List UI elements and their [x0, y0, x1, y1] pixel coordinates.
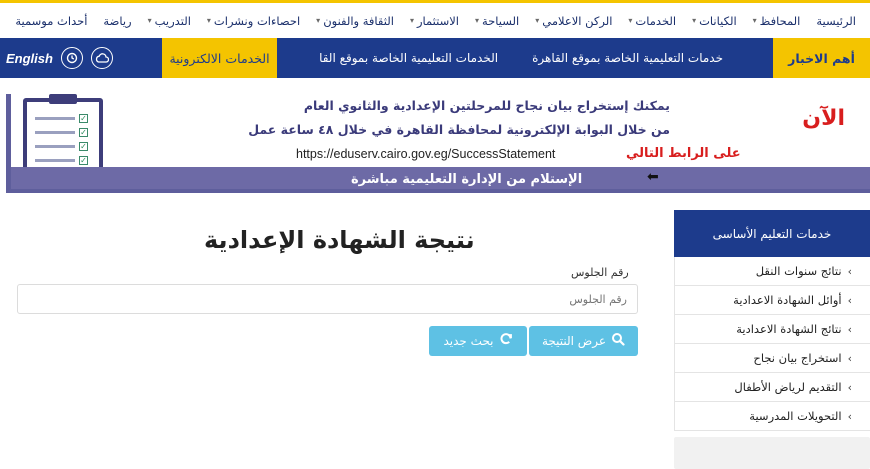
top-navigation: الرئيسية المحافظ ▾ الكيانات ▾ الخدمات ▾ الر…: [0, 0, 870, 38]
nav-label: الرئيسية: [816, 13, 856, 28]
nav-label: الخدمات: [635, 13, 677, 28]
chevron-down-icon: ▾: [535, 16, 540, 25]
banner-url[interactable]: https://eduserv.cairo.gov.eg/SuccessStat…: [296, 147, 555, 161]
banner-line-2: من خلال البوابة الإلكترونية لمحافظة القا…: [248, 122, 670, 137]
nav-label: التدريب: [154, 13, 191, 28]
sidebar-item-transfer-results[interactable]: › نتائج سنوات النقل: [674, 257, 870, 286]
ticker-item[interactable]: خدمات التعليمية الخاصة بموقع القاهرة: [532, 51, 723, 65]
nav-item-seasonal[interactable]: أحداث موسمية: [7, 14, 95, 28]
nav-label: الاستثمار: [416, 13, 459, 28]
nav-item-entities[interactable]: الكيانات ▾: [684, 14, 745, 28]
chevron-left-icon: ›: [847, 293, 852, 307]
nav-item-media[interactable]: الركن الاعلامي ▾: [527, 14, 620, 28]
nav-item-home[interactable]: الرئيسية: [808, 14, 864, 28]
nav-item-training[interactable]: التدريب ▾: [140, 14, 199, 28]
show-result-label: عرض النتيجة: [541, 334, 607, 348]
sidebar-item-label: التحويلات المدرسية: [749, 409, 842, 423]
chevron-left-icon: ›: [847, 409, 852, 423]
chevron-down-icon: ▾: [147, 16, 152, 25]
sidebar-item-prep-results[interactable]: › نتائج الشهادة الاعدادية: [674, 315, 870, 344]
clock-icon[interactable]: [60, 47, 83, 69]
sidebar-item-success-statement[interactable]: › استخراج بيان نجاح: [674, 344, 870, 373]
chevron-left-icon: ›: [847, 322, 852, 336]
sidebar-item-label: نتائج الشهادة الاعدادية: [736, 322, 842, 336]
nav-label: الركن الاعلامي: [542, 13, 613, 28]
chevron-left-icon: ›: [847, 264, 852, 278]
chevron-down-icon: ▾: [475, 16, 480, 25]
banner-now: الآن: [802, 106, 845, 131]
sidebar-item-school-transfers[interactable]: › التحويلات المدرسية: [674, 402, 870, 431]
nav-item-statistics[interactable]: احصاءات ونشرات ▾: [199, 14, 308, 28]
news-bar: أهم الاخبار خدمات التعليمية الخاصة بموقع…: [0, 38, 870, 78]
page-title: نتيجة الشهادة الإعدادية: [204, 226, 475, 254]
nav-item-sports[interactable]: رياضة: [95, 14, 139, 28]
show-result-button[interactable]: عرض النتيجة: [529, 326, 638, 356]
chevron-down-icon: ▾: [316, 16, 321, 25]
language-area: English: [0, 38, 162, 78]
ticker-item[interactable]: الخدمات التعليمية الخاصة بموقع القا: [319, 51, 498, 65]
banner-link-label: على الرابط التالي: [626, 146, 741, 161]
eservices-button[interactable]: الخدمات الالكترونية: [162, 38, 277, 78]
new-search-label: بحث جديد: [443, 334, 494, 348]
sidebar-item-kindergarten[interactable]: › التقديم لرياض الأطفال: [674, 373, 870, 402]
sidebar-title: خدمات التعليم الأساسى: [674, 210, 870, 257]
nav-label: الكيانات: [699, 13, 737, 28]
chevron-down-icon: ▾: [752, 16, 757, 25]
nav-label: الثقافة والفنون: [323, 13, 394, 28]
nav-label: المحافظ: [759, 13, 801, 28]
nav-label: احصاءات ونشرات: [213, 13, 301, 28]
chevron-down-icon: ▾: [692, 16, 697, 25]
sidebar-item-top-students[interactable]: › أوائل الشهادة الاعدادية: [674, 286, 870, 315]
cloud-icon[interactable]: [90, 47, 113, 69]
nav-item-governor[interactable]: المحافظ ▾: [745, 14, 809, 28]
new-search-button[interactable]: بحث جديد: [429, 326, 527, 356]
sidebar-item-label: استخراج بيان نجاح: [753, 351, 842, 365]
banner-strip-text: الإستلام من الإدارة التعليمية مباشرة: [351, 172, 583, 187]
banner-line-1: يمكنك إستخراج بيان نجاح للمرحلتين الإعدا…: [303, 98, 670, 113]
nav-label: السياحة: [482, 13, 520, 28]
chevron-left-icon: ›: [847, 380, 852, 394]
nav-item-services[interactable]: الخدمات ▾: [620, 14, 684, 28]
announcement-banner[interactable]: ✓ ✓ ✓ ✓ ✓ يمكنك إستخراج بيان نجاح للمرحل…: [6, 94, 870, 193]
sidebar-panel: [674, 437, 870, 469]
arrow-left-icon: ⬅: [647, 169, 659, 185]
news-label: أهم الاخبار: [773, 38, 870, 78]
sidebar-item-label: نتائج سنوات النقل: [755, 264, 842, 278]
refresh-icon: [499, 332, 513, 350]
nav-label: رياضة: [103, 13, 132, 28]
chevron-down-icon: ▾: [628, 16, 633, 25]
seat-number-label: رقم الجلوس: [571, 266, 629, 279]
chevron-down-icon: ▾: [409, 16, 414, 25]
chevron-left-icon: ›: [847, 351, 852, 365]
sidebar-item-label: أوائل الشهادة الاعدادية: [733, 293, 842, 307]
nav-label: أحداث موسمية: [15, 13, 88, 28]
nav-item-tourism[interactable]: السياحة ▾: [467, 14, 527, 28]
basic-education-sidebar: خدمات التعليم الأساسى › نتائج سنوات النقل…: [674, 210, 870, 431]
english-link[interactable]: English: [6, 51, 53, 66]
sidebar-item-label: التقديم لرياض الأطفال: [734, 380, 842, 394]
nav-item-investment[interactable]: الاستثمار ▾: [402, 14, 467, 28]
chevron-down-icon: ▾: [206, 16, 211, 25]
nav-item-culture[interactable]: الثقافة والفنون ▾: [308, 14, 402, 28]
seat-number-input[interactable]: [17, 284, 638, 314]
search-icon: [611, 332, 625, 350]
